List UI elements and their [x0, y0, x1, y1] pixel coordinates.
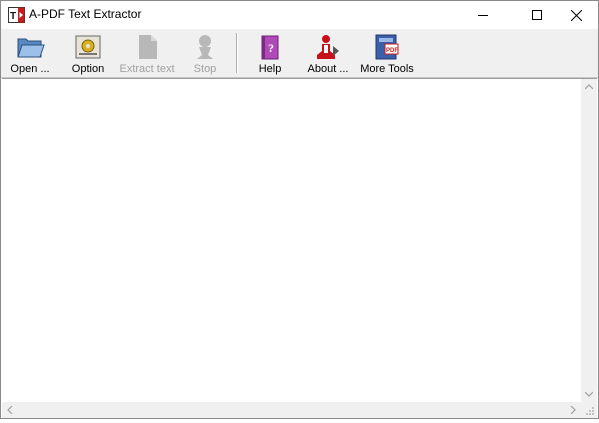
svg-text:PDF: PDF [386, 48, 398, 54]
toolbar-separator [236, 33, 238, 73]
app-window: T A-PDF Text Extractor Open ... Option E… [0, 0, 599, 419]
toolbar: Open ... Option Extract text Stop ? Help… [1, 29, 598, 78]
scroll-down-icon[interactable] [585, 391, 593, 397]
stop-icon [197, 35, 213, 59]
open-button[interactable]: Open ... [5, 29, 55, 77]
minimize-icon [478, 15, 488, 16]
about-button[interactable]: About ... [305, 29, 351, 77]
resize-grip-icon [586, 407, 594, 415]
option-label: Option [71, 63, 105, 75]
vertical-scrollbar[interactable] [581, 79, 597, 402]
stop-button[interactable]: Stop [187, 29, 223, 77]
title-bar[interactable]: T A-PDF Text Extractor [1, 1, 598, 29]
window-title: A-PDF Text Extractor [29, 7, 142, 21]
folder-open-icon [17, 38, 45, 58]
help-button[interactable]: ? Help [253, 29, 287, 77]
more-tools-label: More Tools [360, 63, 414, 75]
close-button[interactable] [553, 1, 599, 29]
text-output-area[interactable] [2, 78, 597, 418]
open-label: Open ... [10, 63, 50, 75]
help-label: Help [258, 63, 282, 75]
extract-text-button[interactable]: Extract text [117, 29, 177, 77]
scroll-left-icon[interactable] [7, 406, 13, 414]
extract-text-label: Extract text [119, 63, 175, 75]
more-tools-icon: PDF [375, 34, 399, 60]
horizontal-scrollbar[interactable] [2, 402, 581, 418]
scroll-right-icon[interactable] [570, 406, 576, 414]
svg-text:T: T [10, 11, 16, 22]
option-button[interactable]: Option [67, 29, 109, 77]
extract-page-icon [139, 35, 157, 59]
options-icon [75, 35, 101, 59]
maximize-icon [532, 10, 542, 20]
svg-text:?: ? [268, 41, 274, 55]
close-icon [570, 9, 582, 21]
stop-label: Stop [193, 63, 217, 75]
minimize-button[interactable] [460, 1, 506, 29]
app-logo-icon: T [8, 7, 25, 23]
about-label: About ... [307, 63, 349, 75]
scroll-up-icon[interactable] [585, 84, 593, 90]
about-person-icon [317, 35, 339, 59]
size-grip[interactable] [581, 402, 597, 418]
more-tools-button[interactable]: PDF More Tools [359, 29, 415, 77]
help-book-icon: ? [261, 35, 279, 60]
